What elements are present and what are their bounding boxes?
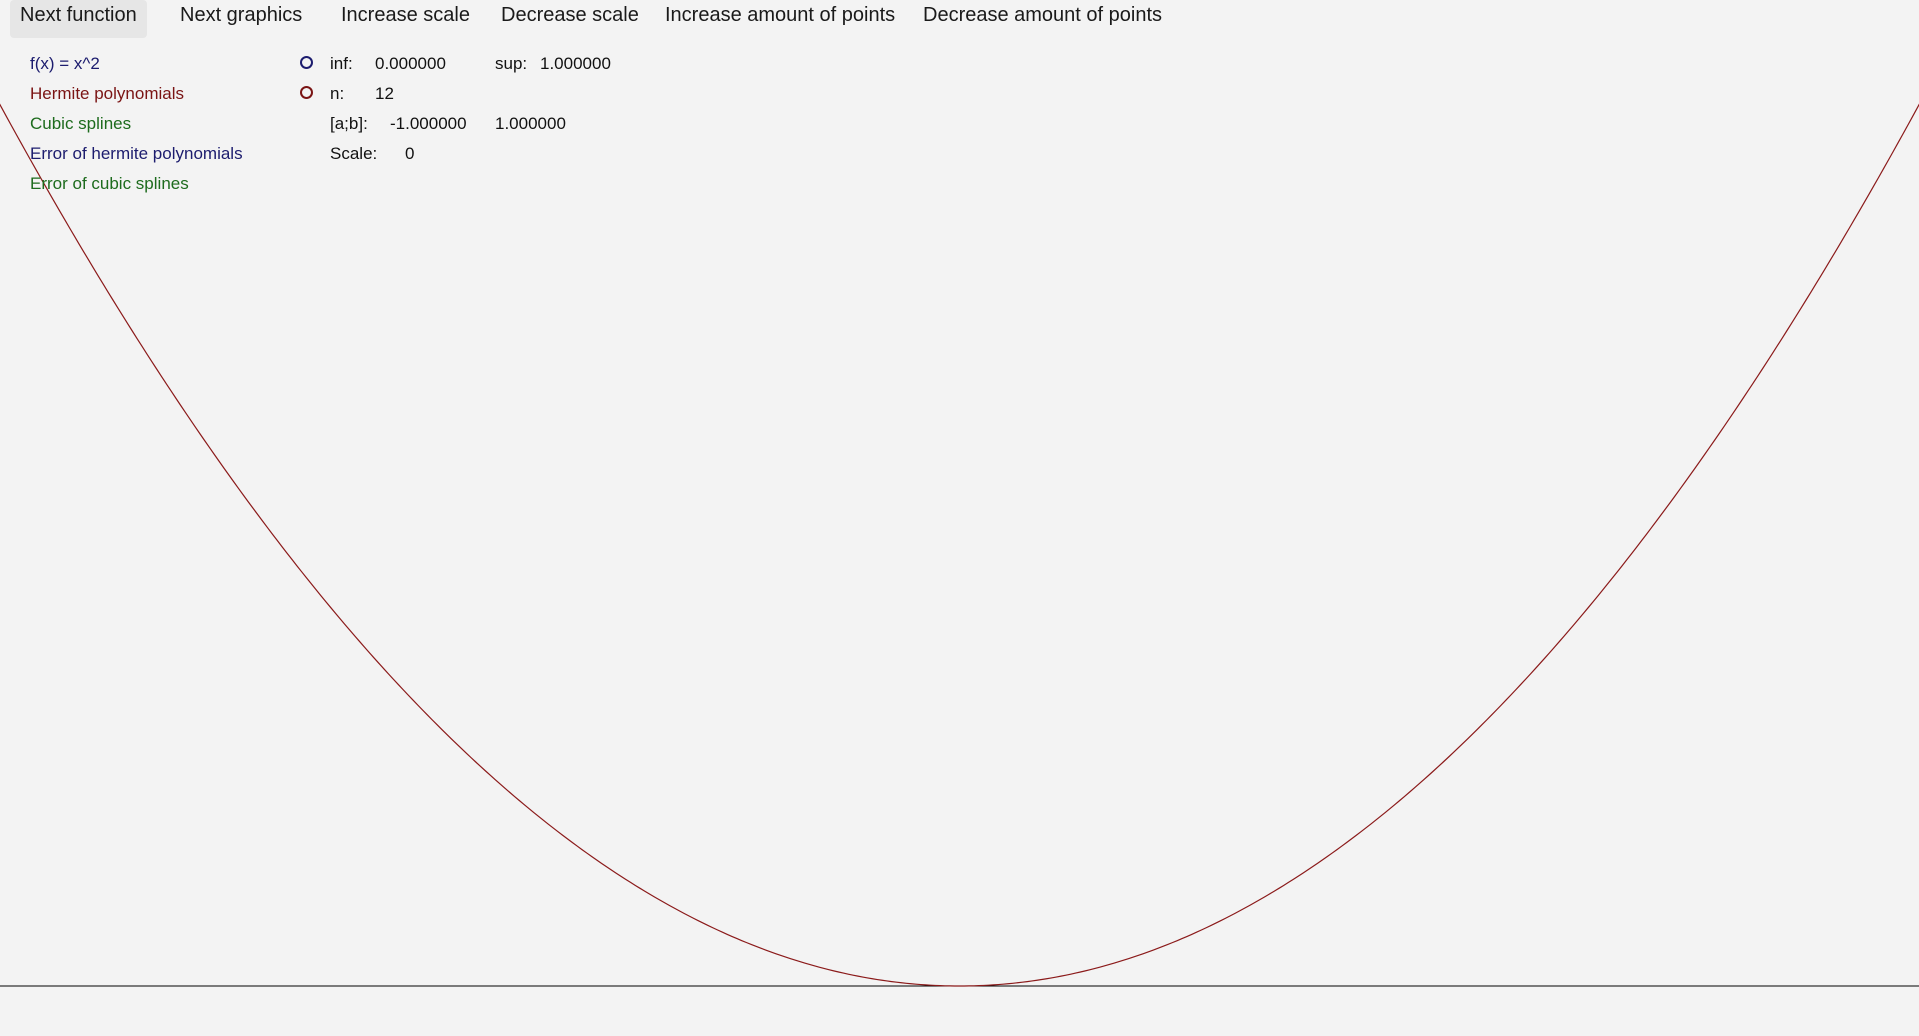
legend-hermite: Hermite polynomials [30,84,184,103]
legend-splines: Cubic splines [30,114,132,133]
n-label: n: [330,84,345,103]
legend-function: f(x) = x^2 [30,54,100,73]
plot-canvas [0,103,1919,987]
n-value: 12 [375,84,394,103]
interval-b-value: 1.000000 [495,114,566,133]
sup-value: 1.000000 [540,54,611,73]
legend-spline-error: Error of cubic splines [30,174,189,193]
scale-value: 0 [405,144,415,163]
function-radio[interactable] [300,56,313,69]
legend-hermite-error: Error of hermite polynomials [30,144,243,163]
interval-label: [a;b]: [330,114,368,133]
app-window: Next function Next graphics Increase sca… [0,0,1919,1036]
sup-label: sup: [495,54,528,73]
inf-value: 0.000000 [375,54,446,73]
hermite-radio[interactable] [300,86,313,99]
scale-label: Scale: [330,144,378,163]
inf-label: inf: [330,54,353,73]
interval-a-value: -1.000000 [390,114,467,133]
hermite-curve [0,103,1919,987]
